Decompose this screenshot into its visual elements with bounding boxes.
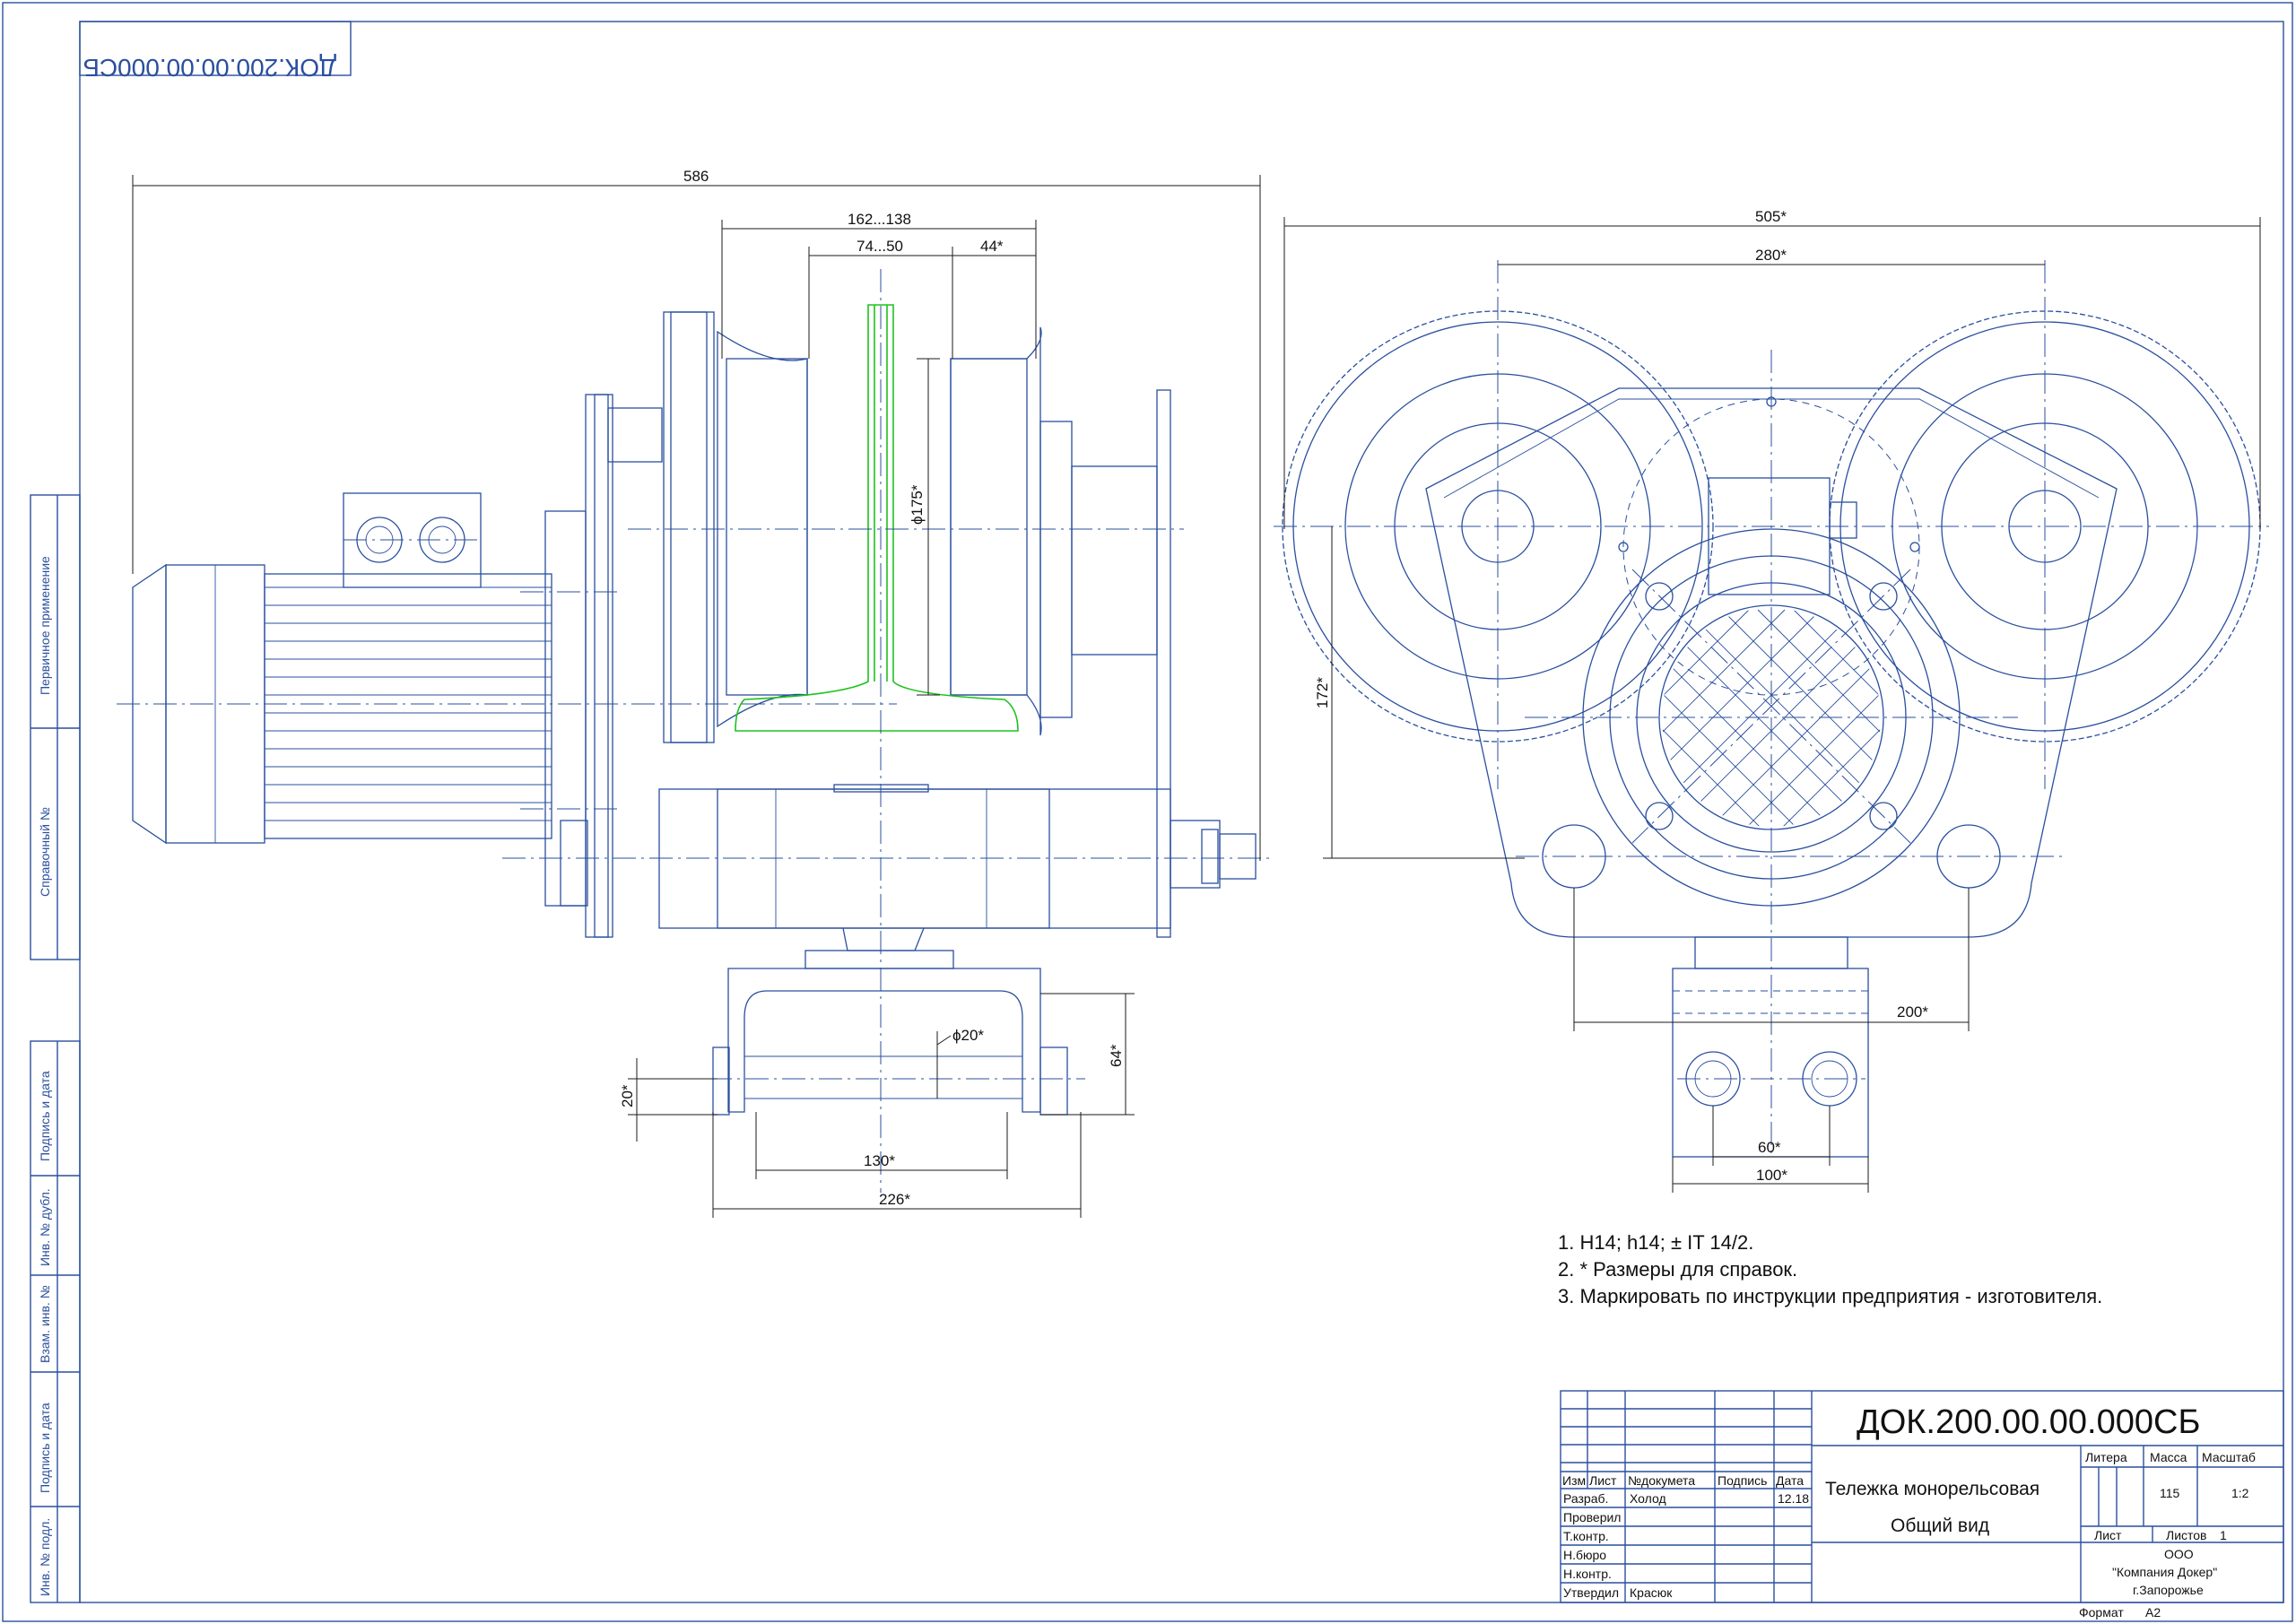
tb-format-label: Формат bbox=[2079, 1605, 2124, 1620]
drawing-sheet: ДОК.200.00.00.000СБ Первичное применение… bbox=[0, 0, 2296, 1624]
tb-mass-label: Масса bbox=[2150, 1450, 2187, 1464]
side-dup-inv: Инв. № дубл. bbox=[38, 1188, 52, 1266]
dim-wheel-dia: ϕ175* bbox=[909, 484, 926, 525]
tb-sheets-label: Листов bbox=[2166, 1528, 2207, 1542]
side-view bbox=[117, 269, 1274, 1193]
tb-mass-value: 115 bbox=[2160, 1486, 2180, 1500]
dim-hanger-inner: 130* bbox=[864, 1152, 895, 1169]
tb-header-date: Дата bbox=[1776, 1473, 1804, 1488]
dim-overall-width: 505* bbox=[1755, 208, 1787, 225]
side-first-use: Первичное применение bbox=[38, 556, 52, 695]
title-line-1: Тележка монорельсовая bbox=[1825, 1479, 2039, 1499]
dim-plate-width: 200* bbox=[1897, 1003, 1928, 1020]
dim-bolt-spacing: 60* bbox=[1758, 1139, 1781, 1156]
tb-header-doc: №докумета bbox=[1628, 1473, 1695, 1488]
dim-hanger-depth: 64* bbox=[1108, 1044, 1125, 1067]
side-reference: Справочный № bbox=[38, 807, 52, 897]
dim-axle-spacing: 280* bbox=[1755, 247, 1787, 264]
tb-company-1: ООО bbox=[2164, 1547, 2194, 1561]
side-sign-date-1: Подпись и дата bbox=[38, 1071, 52, 1161]
tb-name: Красюк bbox=[1630, 1585, 1673, 1600]
note-2: 2. * Размеры для справок. bbox=[1558, 1258, 1797, 1281]
tb-sheets-value: 1 bbox=[2220, 1528, 2227, 1542]
dim-flange-width: 74...50 bbox=[857, 238, 903, 255]
dim-hanger-height: 20* bbox=[619, 1084, 636, 1107]
tb-sheet-label: Лист bbox=[2094, 1528, 2122, 1542]
tb-scale-label: Масштаб bbox=[2202, 1450, 2256, 1464]
tb-role: Проверил bbox=[1563, 1510, 1621, 1524]
tb-company-3: г.Запорожье bbox=[2133, 1583, 2204, 1597]
side-sign-date-2: Подпись и дата bbox=[38, 1403, 52, 1493]
tb-name: Холод bbox=[1630, 1491, 1666, 1506]
technical-drawing: ДОК.200.00.00.000СБ Первичное применение… bbox=[2, 2, 2293, 1622]
tb-header-sign: Подпись bbox=[1718, 1473, 1767, 1488]
tb-date: 12.18 bbox=[1778, 1491, 1809, 1506]
dim-height: 172* bbox=[1314, 677, 1331, 708]
note-1: 1. H14; h14; ± IT 14/2. bbox=[1558, 1231, 1753, 1254]
sheet-frame bbox=[2, 2, 2293, 1622]
side-replace-inv: Взам. инв. № bbox=[38, 1285, 52, 1363]
tb-format-value: А2 bbox=[2145, 1605, 2161, 1620]
tb-scale-value: 1:2 bbox=[2231, 1486, 2249, 1500]
tb-header-izm: Изм bbox=[1562, 1473, 1586, 1488]
dim-hanger-outer: 226* bbox=[879, 1191, 910, 1208]
tb-header-list: Лист bbox=[1589, 1473, 1617, 1488]
tb-role: Утвердил bbox=[1563, 1585, 1619, 1600]
side-orig-inv: Инв. № подл. bbox=[38, 1518, 52, 1596]
dim-wheel-track: 162...138 bbox=[848, 211, 911, 228]
stamp-number: ДОК.200.00.00.000СБ bbox=[83, 54, 337, 82]
dim-offset: 44* bbox=[980, 238, 1004, 255]
note-3: 3. Маркировать по инструкции предприятия… bbox=[1558, 1285, 2102, 1307]
tb-company-2: "Компания Докер" bbox=[2112, 1565, 2217, 1579]
dim-pin-dia: ϕ20* bbox=[952, 1027, 984, 1044]
tb-role: Т.контр. bbox=[1563, 1529, 1609, 1543]
tb-role: Н.контр. bbox=[1563, 1567, 1612, 1581]
side-view-dimensions bbox=[132, 175, 1261, 1218]
title-drawing-number: ДОК.200.00.00.000СБ bbox=[1857, 1403, 2200, 1441]
tb-role: Н.бюро bbox=[1563, 1548, 1606, 1562]
dim-block-width: 100* bbox=[1756, 1167, 1787, 1184]
tb-role: Разраб. bbox=[1563, 1491, 1608, 1506]
tb-litera-label: Литера bbox=[2085, 1450, 2127, 1464]
title-line-2: Общий вид bbox=[1891, 1515, 1989, 1536]
dim-overall-length: 586 bbox=[683, 168, 709, 185]
